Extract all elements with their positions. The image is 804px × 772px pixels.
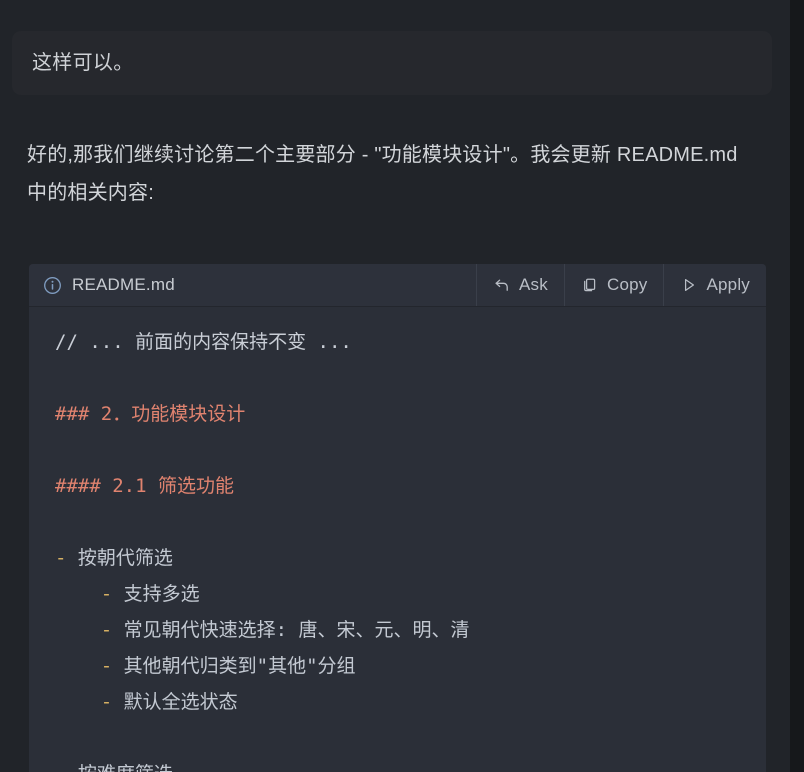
apply-button-label: Apply <box>706 275 750 294</box>
code-block-file-chip[interactable]: README.md <box>29 264 478 306</box>
code-line: // ... 前面的内容保持不变 ... <box>29 324 766 360</box>
list-bullet-marker: - <box>100 619 124 641</box>
ask-button-label: Ask <box>519 275 548 294</box>
list-bullet-marker: - <box>100 583 124 605</box>
list-item-text: 其他朝代归类到"其他"分组 <box>123 655 356 677</box>
list-bullet-marker: - <box>55 547 78 569</box>
code-line: - 按朝代筛选 <box>29 540 766 576</box>
conversation-scroll-area[interactable]: 这样可以。 好的,那我们继续讨论第二个主要部分 - "功能模块设计"。我会更新 … <box>0 0 790 772</box>
ask-button[interactable]: Ask <box>477 264 565 306</box>
code-line: ### 2．功能模块设计 <box>29 396 766 432</box>
window-right-edge <box>790 0 804 772</box>
reply-arrow-icon <box>495 279 508 291</box>
play-triangle-icon <box>685 278 695 292</box>
list-item-text: 按难度筛选 <box>78 763 173 772</box>
info-circle-icon <box>44 276 61 294</box>
list-item-text: 常见朝代快速选择: 唐、宋、元、明、清 <box>123 619 470 641</box>
copy-button[interactable]: Copy <box>565 264 665 306</box>
code-block-content[interactable]: // ... 前面的内容保持不变 ... ### 2．功能模块设计 #### 2… <box>29 307 766 772</box>
apply-button[interactable]: Apply <box>664 264 766 306</box>
code-block-file-name: README.md <box>72 275 175 294</box>
user-message-bubble: 这样可以。 <box>12 31 772 95</box>
list-bullet-marker: - <box>100 655 124 677</box>
code-block-card: README.md Ask Copy Apply // ... 前面的内容保持不… <box>29 264 766 772</box>
code-line: - 按难度筛选 <box>29 756 766 772</box>
code-line: - 常见朝代快速选择: 唐、宋、元、明、清 <box>29 612 766 648</box>
list-bullet-marker: - <box>100 691 124 713</box>
copy-icon <box>584 278 596 292</box>
markdown-heading: #### 2.1 筛选功能 <box>55 475 234 497</box>
list-bullet-marker: - <box>55 763 78 772</box>
list-item-text: 默认全选状态 <box>123 691 238 713</box>
code-comment: // ... 前面的内容保持不变 ... <box>55 331 352 353</box>
user-message-text: 这样可以。 <box>32 52 134 74</box>
list-item-text: 按朝代筛选 <box>77 547 173 569</box>
list-item-text: 支持多选 <box>123 583 200 605</box>
markdown-heading: ### 2．功能模块设计 <box>55 403 246 425</box>
code-line: - 默认全选状态 <box>29 684 766 720</box>
copy-button-label: Copy <box>606 275 648 294</box>
code-line: #### 2.1 筛选功能 <box>29 468 766 504</box>
code-line: - 其他朝代归类到"其他"分组 <box>29 648 766 684</box>
chat-panel: 这样可以。 好的,那我们继续讨论第二个主要部分 - "功能模块设计"。我会更新 … <box>0 0 804 772</box>
code-line: - 支持多选 <box>29 576 766 612</box>
assistant-message-text: 好的,那我们继续讨论第二个主要部分 - "功能模块设计"。我会更新 README… <box>27 144 744 204</box>
code-block-header: README.md Ask Copy Apply <box>29 264 766 307</box>
